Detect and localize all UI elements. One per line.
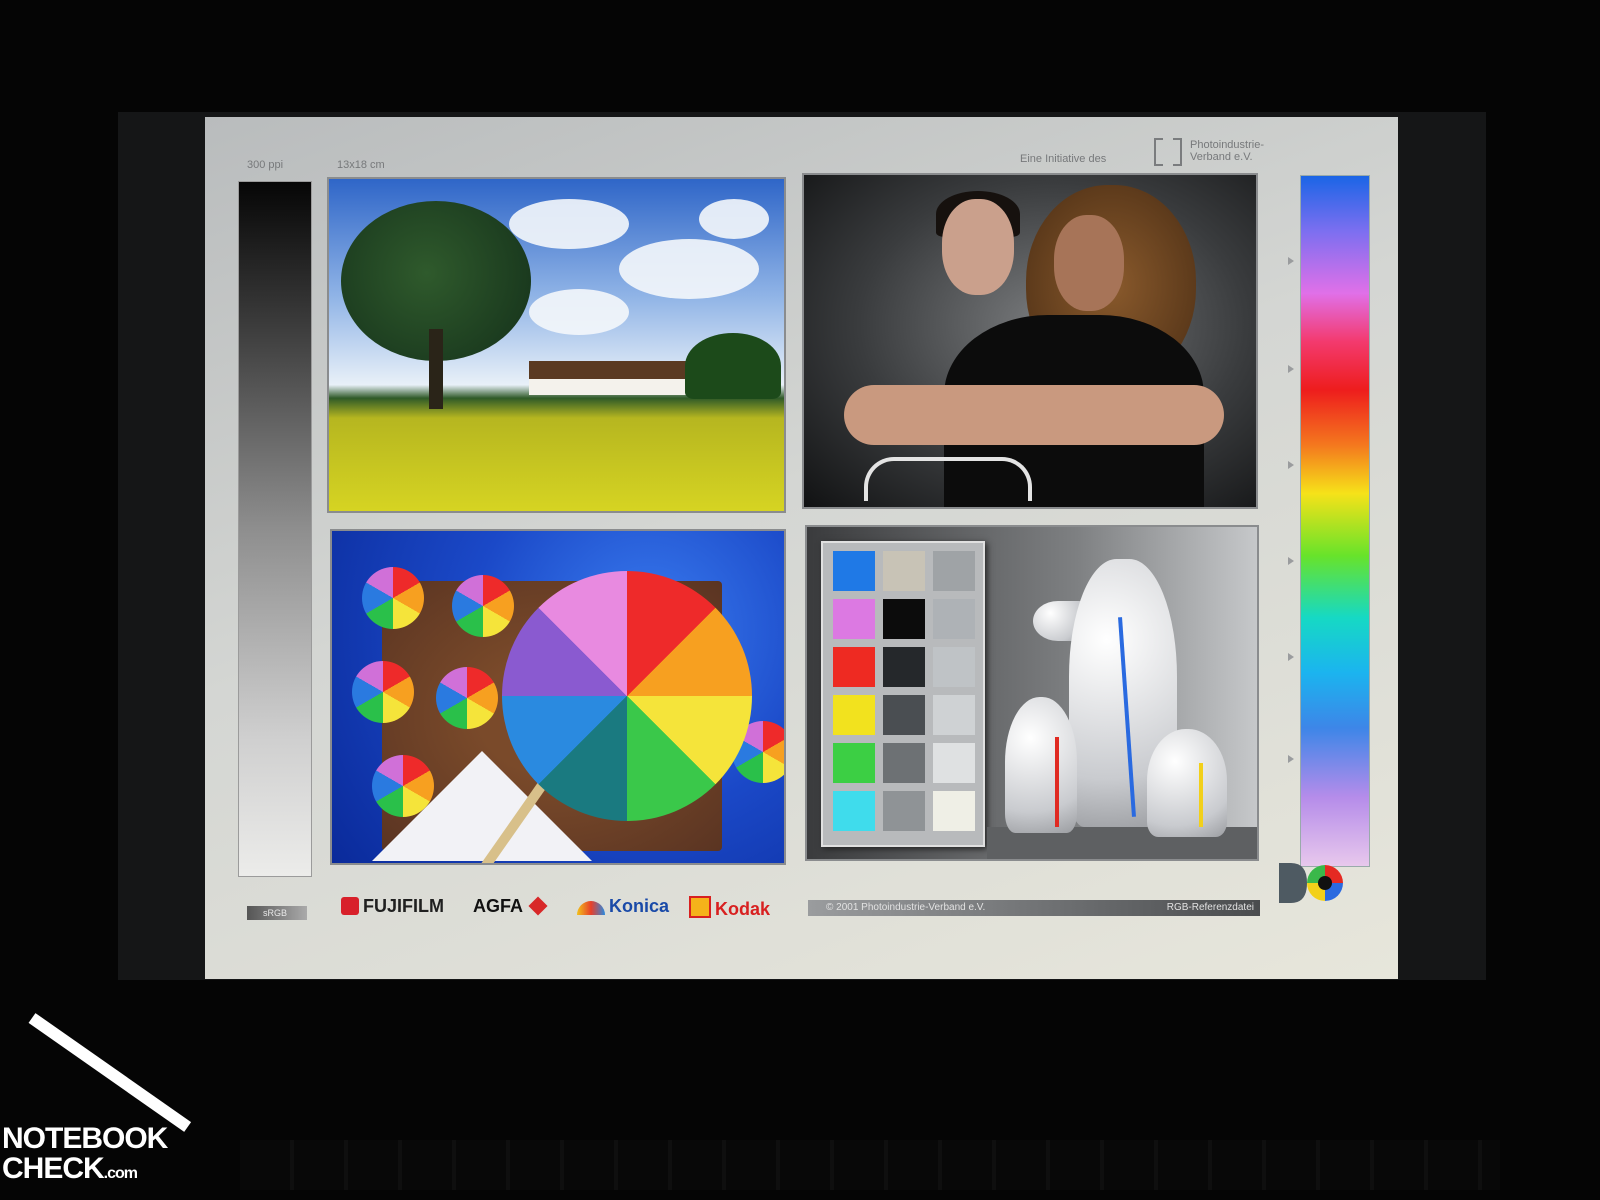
spectrum-marker	[1288, 257, 1294, 265]
fujifilm-mark-icon	[341, 897, 359, 915]
large-pinwheel	[502, 571, 752, 821]
farmhouse	[529, 361, 689, 395]
sugar-bowl	[1147, 729, 1227, 837]
initiative-label: Eine Initiative des	[1020, 153, 1107, 165]
face	[942, 199, 1014, 295]
color-patch	[883, 695, 925, 735]
spectrum-marker	[1288, 557, 1294, 565]
color-patch	[883, 647, 925, 687]
spectrum-marker	[1288, 755, 1294, 763]
agfa-logo: AGFA	[473, 896, 551, 917]
file-label: RGB-Referenzdatei	[1166, 902, 1254, 913]
grayscale-ramp	[238, 181, 312, 877]
pinwheel	[436, 667, 498, 729]
color-patch	[833, 743, 875, 783]
still-life-photo	[805, 525, 1259, 861]
color-patch	[933, 599, 975, 639]
konica-logo: Konica	[577, 896, 669, 917]
kodak-logo: Kodak	[689, 896, 770, 920]
konica-rainbow-icon	[577, 901, 605, 915]
kodak-k-icon	[689, 896, 711, 918]
notebookcheck-logo-icon	[28, 1013, 192, 1132]
portrait-photo	[802, 173, 1258, 509]
color-spectrum-bar	[1300, 175, 1370, 867]
spectrum-marker	[1288, 461, 1294, 469]
color-checker	[821, 541, 985, 847]
spectrum-marker	[1288, 653, 1294, 661]
spectrum-marker	[1288, 365, 1294, 373]
color-patch	[933, 743, 975, 783]
landscape-photo	[327, 177, 786, 513]
creamer	[1005, 697, 1077, 833]
fujifilm-logo: FUJIFILM	[341, 896, 444, 917]
publisher-line2: Verband e.V.	[1190, 151, 1253, 163]
pinwheel	[352, 661, 414, 723]
size-label: 13x18 cm	[337, 159, 385, 171]
color-space-label: sRGB	[247, 906, 307, 920]
resolution-label: 300 ppi	[247, 159, 284, 171]
color-patch	[833, 551, 875, 591]
color-patch	[933, 695, 975, 735]
copyright-text: © 2001 Photoindustrie-Verband e.V.	[826, 902, 986, 913]
watermark-line1: NOTEBOOK	[2, 1122, 168, 1155]
agfa-rhombus-icon	[528, 896, 548, 916]
pinwheel	[362, 567, 424, 629]
color-patch	[883, 551, 925, 591]
pv-logo-icon	[1154, 138, 1182, 166]
face	[1054, 215, 1124, 311]
color-patch	[933, 647, 975, 687]
color-patch	[833, 791, 875, 831]
color-patch	[883, 599, 925, 639]
pinwheel	[452, 575, 514, 637]
color-patch	[933, 791, 975, 831]
color-patch	[833, 695, 875, 735]
keyboard-reflection	[240, 1140, 1500, 1190]
pinwheel	[372, 755, 434, 817]
copyright-bar: © 2001 Photoindustrie-Verband e.V. RGB-R…	[808, 900, 1260, 916]
do-logo-icon	[1279, 863, 1343, 903]
color-patch	[833, 647, 875, 687]
color-patch	[933, 551, 975, 591]
pinwheels-photo	[330, 529, 786, 865]
test-chart: 300 ppi 13x18 cm Eine Initiative des Pho…	[205, 117, 1398, 979]
color-patch	[883, 791, 925, 831]
color-patch	[883, 743, 925, 783]
publisher-line1: Photoindustrie-	[1190, 139, 1264, 151]
color-patch	[833, 599, 875, 639]
watermark-line2: CHECK.com	[2, 1152, 138, 1185]
